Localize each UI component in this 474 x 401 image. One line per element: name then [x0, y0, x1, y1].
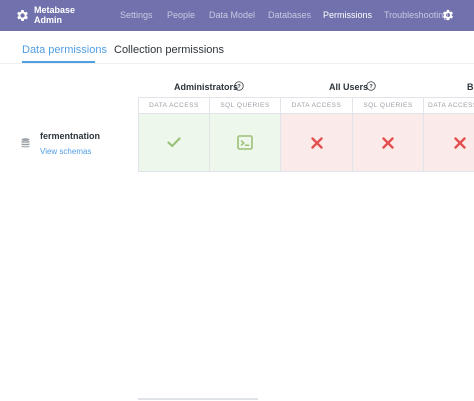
gear-icon[interactable] [15, 8, 30, 23]
brand-title[interactable]: Metabase [34, 6, 75, 15]
close-icon [382, 136, 394, 149]
nav-item-people[interactable]: People [167, 10, 195, 20]
help-icon[interactable]: ? [234, 81, 244, 91]
nav-item-permissions[interactable]: Permissions [323, 10, 372, 20]
nav-item-data-model[interactable]: Data Model [209, 10, 255, 20]
tab-collection-permissions[interactable]: Collection permissions [114, 44, 224, 56]
group-header-partial: B [467, 82, 474, 92]
nav-item-troubleshooting[interactable]: Troubleshooting [384, 10, 448, 20]
close-icon [454, 136, 466, 149]
database-icon [21, 138, 30, 148]
database-name: fermentnation [40, 131, 101, 141]
group-header-all-users: All Users [329, 82, 369, 92]
col-header-data-access: DATA ACCESS [139, 97, 210, 114]
col-header-sql-queries: SQL QUERIES [353, 97, 424, 114]
help-icon-glyph: ? [369, 84, 373, 90]
admin-top-nav: Metabase Admin Settings People Data Mode… [0, 0, 474, 31]
help-icon[interactable]: ? [366, 81, 376, 91]
brand-subtitle[interactable]: Admin [34, 16, 62, 25]
permission-cell-all-users-sql-queries[interactable] [353, 114, 424, 172]
permission-cell-admin-sql-queries[interactable] [210, 114, 281, 172]
nav-item-settings[interactable]: Settings [120, 10, 153, 20]
nav-item-databases[interactable]: Databases [268, 10, 311, 20]
group-header-administrators: Administrators [174, 82, 239, 92]
permission-cell-partial-data-access[interactable] [424, 114, 474, 172]
view-schemas-link[interactable]: View schemas [40, 147, 91, 156]
tabs-divider [0, 63, 474, 64]
check-icon [167, 137, 181, 148]
permission-cell-admin-data-access[interactable] [139, 114, 210, 172]
col-header-data-access: DATA ACCESS [281, 97, 353, 114]
sql-editor-icon [237, 135, 253, 150]
settings-gear-icon[interactable] [441, 8, 455, 22]
col-header-data-access: DATA ACCESS [424, 97, 474, 114]
col-header-sql-queries: SQL QUERIES [210, 97, 281, 114]
close-icon [310, 136, 323, 149]
permission-cell-all-users-data-access[interactable] [281, 114, 353, 172]
horizontal-scrollbar[interactable] [138, 398, 258, 400]
help-icon-glyph: ? [237, 84, 241, 90]
tab-data-permissions[interactable]: Data permissions [22, 44, 107, 56]
